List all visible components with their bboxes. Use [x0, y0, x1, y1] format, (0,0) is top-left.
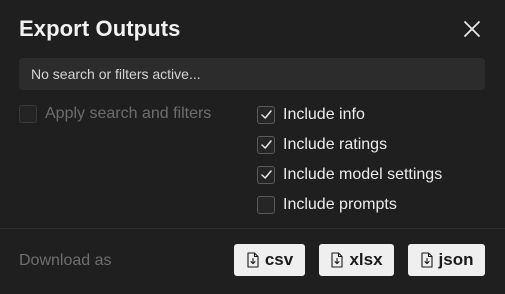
file-icon	[247, 252, 259, 268]
close-icon	[464, 21, 480, 37]
download-xlsx-label: xlsx	[349, 250, 383, 269]
download-json-button[interactable]: json	[408, 244, 485, 276]
checkmark-icon	[260, 140, 272, 149]
download-xlsx-button[interactable]: xlsx	[319, 244, 394, 276]
dialog-title: Export Outputs	[19, 16, 181, 41]
footer-divider	[0, 228, 505, 229]
include-prompts-label: Include prompts	[283, 195, 397, 213]
include-options: Include info Include ratings Include mod…	[257, 105, 442, 214]
file-icon	[420, 252, 433, 268]
download-csv-label: csv	[264, 250, 294, 269]
checkmark-icon	[260, 110, 272, 119]
apply-filters-label: Apply search and filters	[45, 105, 212, 122]
include-model-settings-label: Include model settings	[283, 165, 443, 183]
include-prompts-checkbox[interactable]	[257, 195, 275, 214]
include-ratings-checkbox[interactable]	[257, 135, 275, 154]
close-button[interactable]	[461, 18, 483, 40]
filter-status-field: No search or filters active...	[19, 58, 485, 90]
option-include-prompts[interactable]: Include prompts	[257, 195, 442, 214]
include-ratings-label: Include ratings	[283, 135, 388, 153]
option-include-ratings[interactable]: Include ratings	[257, 135, 442, 154]
include-info-checkbox[interactable]	[257, 105, 275, 124]
download-as-label: Download as	[19, 252, 112, 269]
option-include-info[interactable]: Include info	[257, 105, 442, 124]
filter-status-text: No search or filters active...	[31, 66, 201, 82]
checkmark-icon	[260, 170, 272, 179]
include-model-settings-checkbox[interactable]	[257, 165, 275, 184]
option-include-model-settings[interactable]: Include model settings	[257, 165, 442, 184]
export-dialog: Export Outputs No search or filters acti…	[0, 0, 505, 294]
file-icon	[331, 252, 344, 268]
apply-filters-checkbox	[19, 105, 37, 123]
dialog-header: Export Outputs	[19, 14, 491, 44]
download-csv-button[interactable]: csv	[234, 244, 305, 276]
apply-filters-option: Apply search and filters	[19, 105, 211, 123]
include-info-label: Include info	[283, 105, 365, 123]
download-json-label: json	[438, 250, 474, 269]
